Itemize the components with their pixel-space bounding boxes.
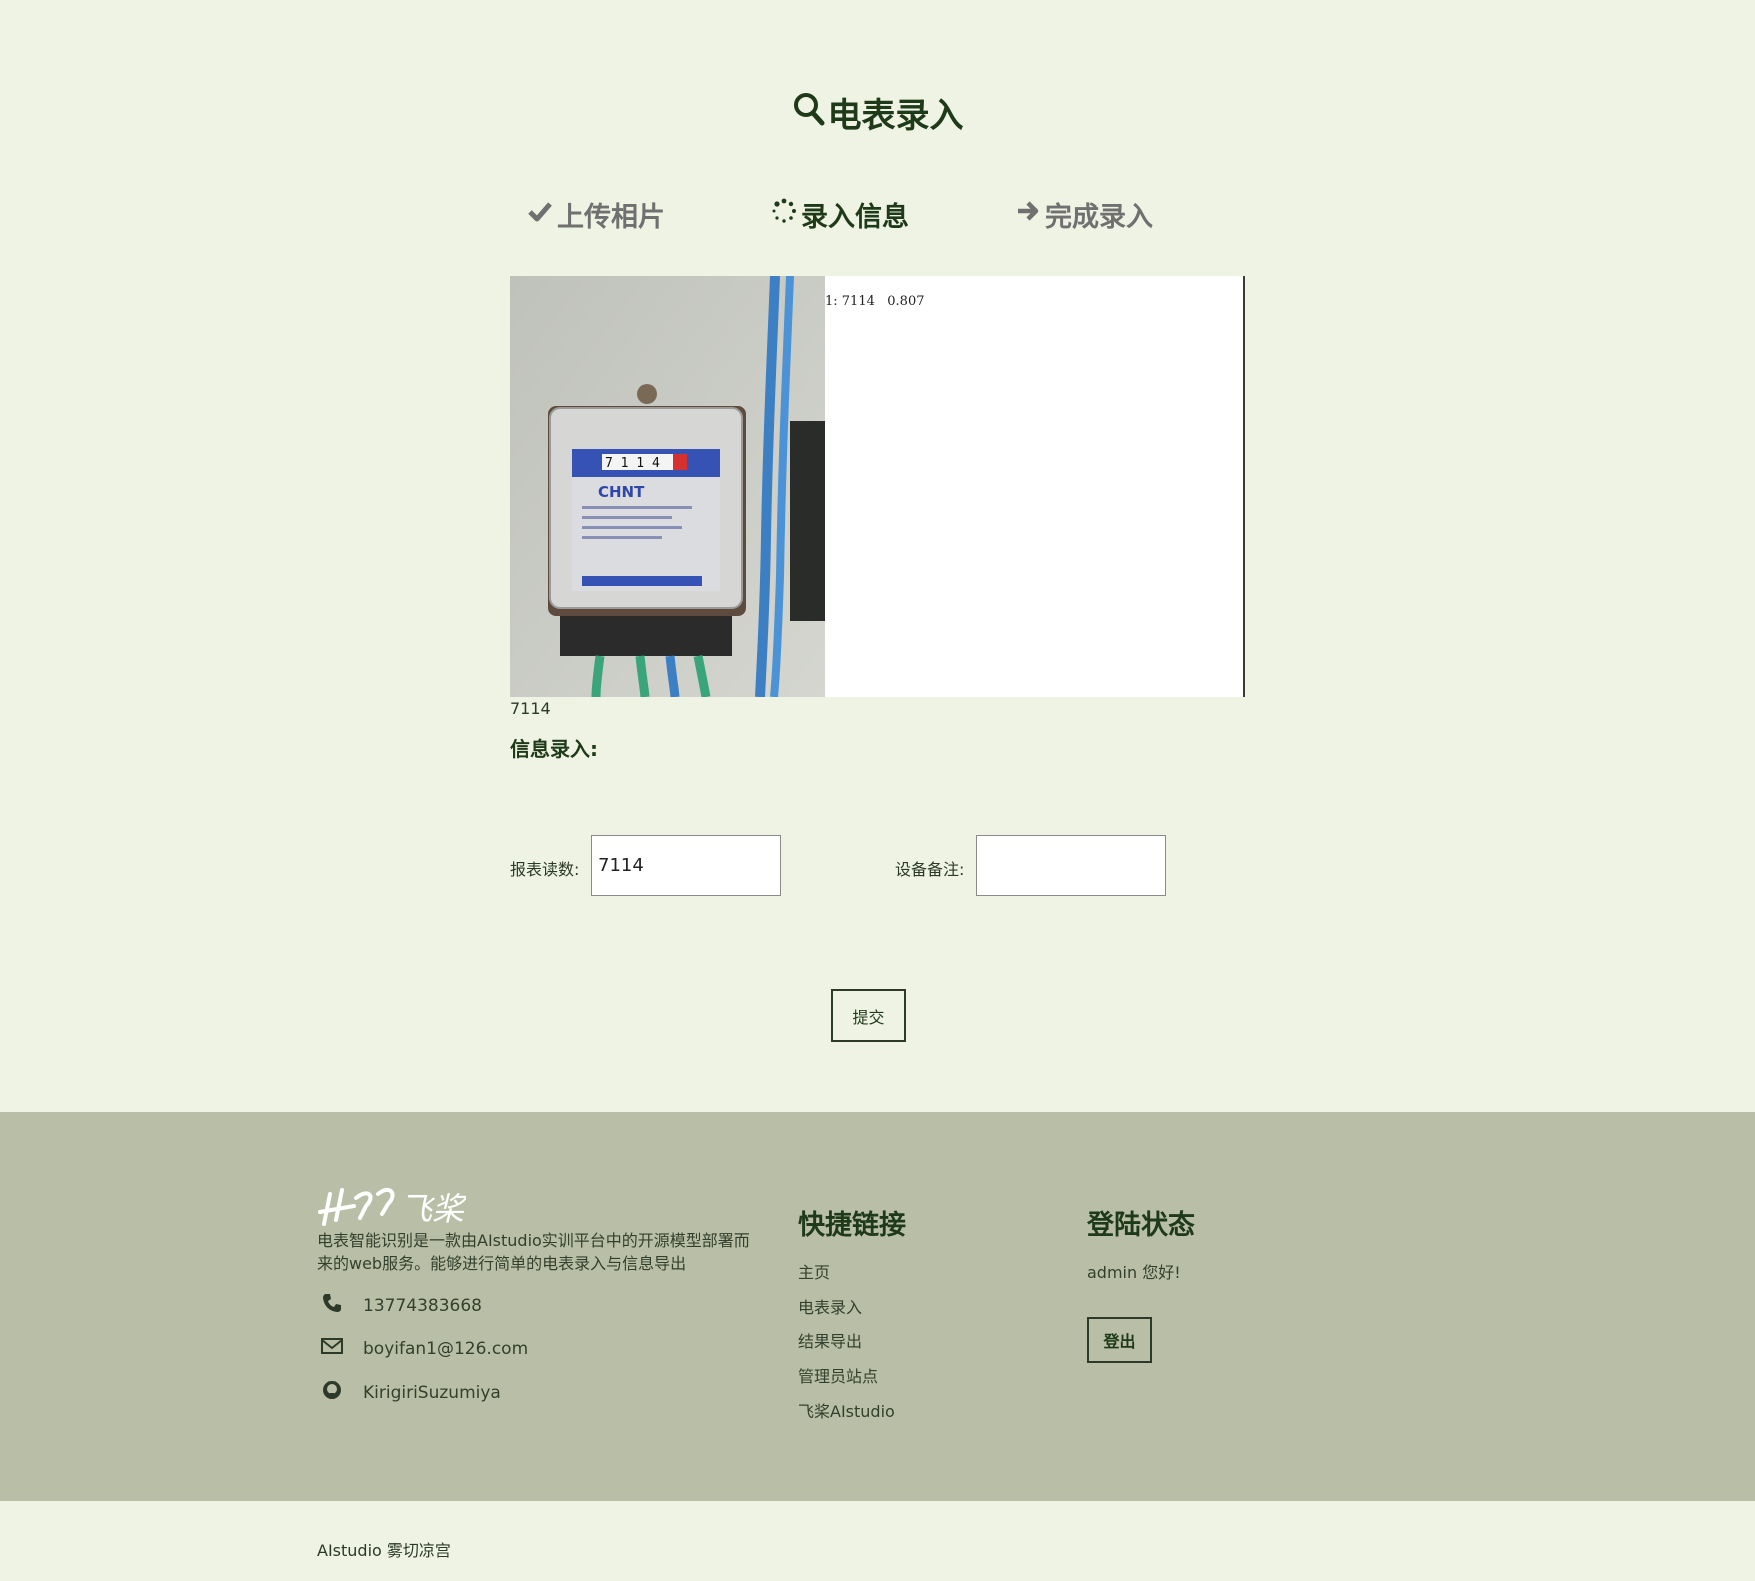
result-panel: 7 1 1 4 CHNT 1: 7114 0.807 bbox=[510, 276, 1245, 697]
contact-phone: 13774383668 bbox=[321, 1292, 482, 1319]
reading-label: 报表读数: bbox=[510, 860, 580, 879]
note-label: 设备备注: bbox=[895, 860, 965, 879]
step-label: 上传相片 bbox=[557, 202, 665, 233]
phone-icon bbox=[321, 1292, 343, 1319]
check-icon bbox=[527, 198, 553, 231]
page-title: 电表录入 bbox=[0, 88, 1755, 137]
copyright-bar bbox=[0, 1501, 1755, 1581]
step-complete: 完成录入 bbox=[1015, 195, 1153, 234]
note-input[interactable] bbox=[976, 835, 1166, 896]
quick-link-aistudio[interactable]: 飞桨AIstudio bbox=[798, 1398, 895, 1422]
contact-github: KirigiriSuzumiya bbox=[321, 1379, 501, 1406]
quick-link-meter-entry[interactable]: 电表录入 bbox=[798, 1294, 862, 1318]
footer bbox=[0, 1112, 1755, 1501]
step-label: 完成录入 bbox=[1045, 202, 1153, 233]
logout-button[interactable]: 登出 bbox=[1087, 1317, 1152, 1363]
reading-caption: 7114 bbox=[510, 699, 551, 718]
contact-email: boyifan1@126.com bbox=[321, 1335, 528, 1362]
quick-link-admin[interactable]: 管理员站点 bbox=[798, 1363, 878, 1387]
email-address: boyifan1@126.com bbox=[363, 1338, 529, 1359]
github-icon bbox=[321, 1379, 343, 1406]
paddle-logo: 飞桨 bbox=[316, 1180, 469, 1228]
quick-link-export[interactable]: 结果导出 bbox=[798, 1328, 862, 1352]
step-enter-info: 录入信息 bbox=[771, 195, 909, 234]
quick-links-heading: 快捷链接 bbox=[798, 1210, 906, 1241]
spinner-icon bbox=[771, 198, 797, 231]
page-title-text: 电表录入 bbox=[827, 96, 964, 136]
svg-text:7 1 1 4: 7 1 1 4 bbox=[605, 456, 660, 471]
search-icon bbox=[792, 90, 826, 135]
phone-number: 13774383668 bbox=[363, 1295, 482, 1316]
footer-description: 电表智能识别是一款由AIstudio实训平台中的开源模型部署而来的web服务。能… bbox=[317, 1231, 750, 1273]
step-upload-photo: 上传相片 bbox=[527, 195, 665, 234]
svg-text:CHNT: CHNT bbox=[598, 483, 645, 501]
meter-photo: 7 1 1 4 CHNT bbox=[510, 276, 825, 697]
mail-icon bbox=[321, 1335, 343, 1362]
ocr-result-text: 1: 7114 0.807 bbox=[825, 294, 925, 309]
submit-button[interactable]: 提交 bbox=[831, 989, 906, 1042]
reading-input[interactable] bbox=[591, 835, 781, 896]
copyright-text: AIstudio 雾切凉宫 bbox=[317, 1541, 451, 1560]
user-greeting: admin 您好! bbox=[1087, 1263, 1181, 1282]
quick-link-home[interactable]: 主页 bbox=[798, 1259, 830, 1283]
logo-text: 飞桨 bbox=[400, 1190, 466, 1226]
info-entry-heading: 信息录入: bbox=[510, 737, 598, 761]
login-status-heading: 登陆状态 bbox=[1087, 1210, 1195, 1241]
arrow-right-icon bbox=[1015, 198, 1041, 231]
github-username: KirigiriSuzumiya bbox=[363, 1382, 501, 1403]
step-label: 录入信息 bbox=[801, 202, 909, 233]
